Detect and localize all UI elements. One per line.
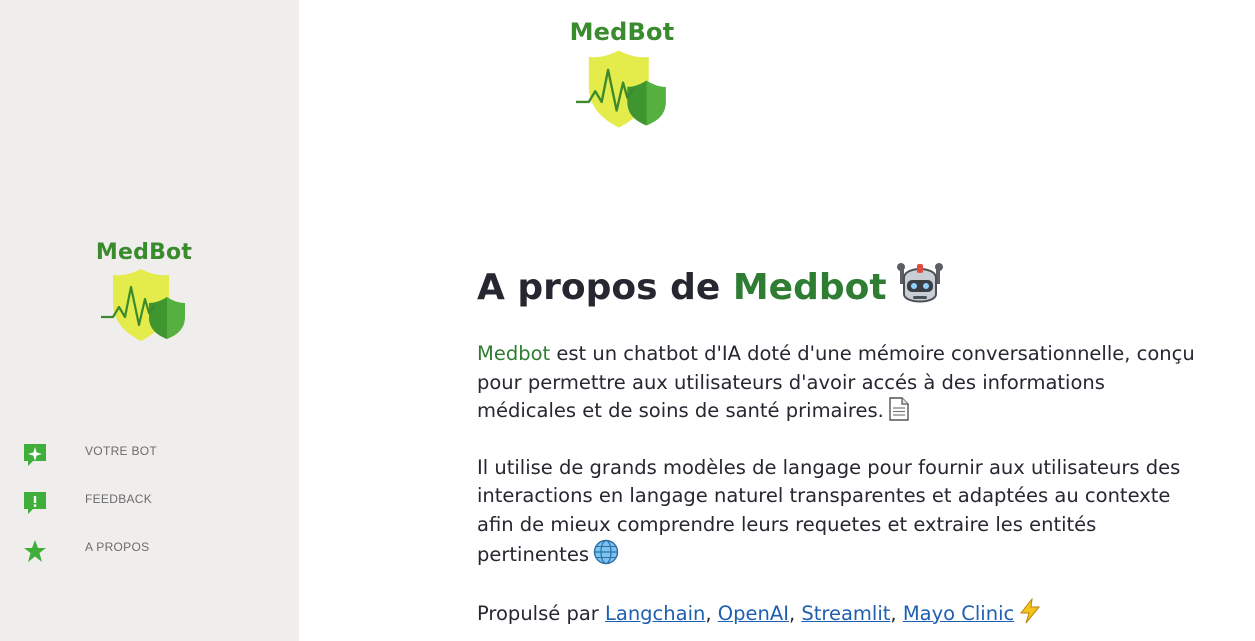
main-logo-text: MedBot [569,18,675,46]
medbot-highlight: Medbot [477,342,551,365]
powered-by-paragraph: Propulsé par Langchain, OpenAI, Streamli… [477,597,1197,629]
globe-icon [593,539,619,565]
title-prefix: A propos de [477,267,733,308]
langchain-link[interactable]: Langchain [605,602,705,625]
link-separator: , [788,601,802,625]
intro-paragraph: Medbot est un chatbot d'IA doté d'une mé… [477,340,1197,426]
llm-paragraph: Il utilise de grands modèles de langage … [477,454,1197,570]
shield-logo-icon [101,269,185,341]
chat-sparkle-icon [24,444,46,466]
sidebar-item-label: A PROPOS [85,540,150,554]
sidebar-item-a-propos[interactable]: A PROPOS [0,532,299,580]
sidebar: MedBot VOTRE BOT FEEDBACK A PROPOS [0,0,299,641]
link-separator: , [890,601,903,625]
main-logo: MedBot [562,18,682,130]
page-title: A propos de Medbot [477,258,1197,317]
about-section: A propos de Medbot Medbot est un chatbot… [477,258,1197,628]
sidebar-nav: VOTRE BOT FEEDBACK A PROPOS [0,436,299,580]
robot-icon [896,263,943,303]
sidebar-item-feedback[interactable]: FEEDBACK [0,484,299,532]
intro-text: est un chatbot d'IA doté d'une mémoire c… [477,342,1195,422]
openai-link[interactable]: OpenAI [718,602,789,625]
lightning-icon [1020,597,1041,623]
shield-logo-icon [576,50,666,128]
feedback-icon [24,492,46,514]
sidebar-item-label: VOTRE BOT [85,444,158,458]
powered-by-prefix: Propulsé par [477,601,605,625]
llm-text: Il utilise de grands modèles de langage … [477,455,1181,567]
streamlit-link[interactable]: Streamlit [801,602,890,625]
sidebar-logo: MedBot [88,240,200,343]
link-separator: , [705,601,718,625]
sidebar-item-votre-bot[interactable]: VOTRE BOT [0,436,299,484]
sidebar-logo-text: MedBot [95,240,193,265]
document-icon [889,397,909,421]
star-icon [24,540,46,562]
sidebar-item-label: FEEDBACK [85,492,153,506]
title-highlight: Medbot [732,267,887,308]
mayo-clinic-link[interactable]: Mayo Clinic [903,602,1014,625]
